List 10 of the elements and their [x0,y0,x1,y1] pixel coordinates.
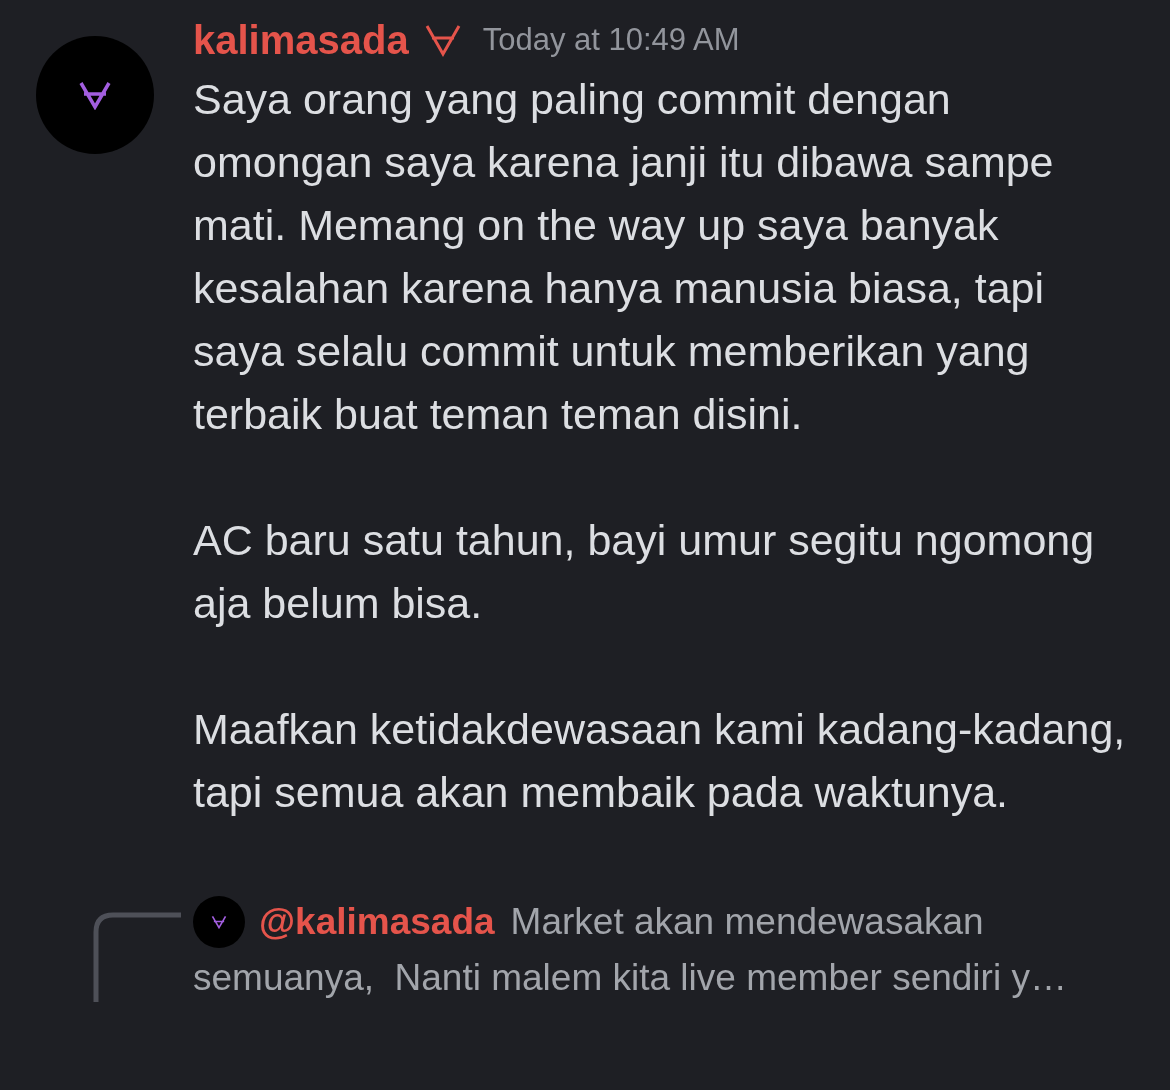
author-name[interactable]: kalimasada [193,10,409,70]
message-text: Maafkan ketidakdewasaan kami kadang-kadang, tapi semua akan membaik pada waktunya. [193,704,1127,818]
reply-text[interactable]: semuanya, Nanti malem kita live member sendiri y… [193,950,1067,1006]
logo-icon [78,80,112,110]
mention[interactable]: @kalimasada [259,894,495,950]
message-text: AC baru satu tahun, bayi umur segitu ngomong aja belum bisa. [193,515,1096,629]
reply-text[interactable]: Market akan mendewasakan [510,894,984,950]
timestamp: Today at 10:49 AM [482,20,740,59]
logo-icon [211,915,227,929]
message-text: Saya orang yang paling commit dengan omongan saya karena janji itu dibawa sampe mati. Memang on the way up saya banyak kesalahan karena hanya manusia biasa, tapi saya selalu commit untuk memberikan yang terbaik buat teman teman disini. [193,74,1055,440]
